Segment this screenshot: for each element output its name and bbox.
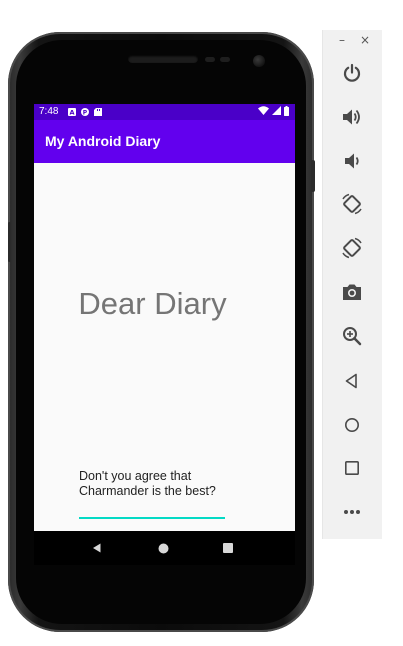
more-icon[interactable] (340, 500, 364, 524)
p-notification-icon: P (81, 108, 89, 116)
app-title: My Android Diary (45, 133, 161, 149)
phone-power-key (8, 222, 11, 262)
status-bar: 7:48 A P (34, 104, 295, 120)
minimize-button[interactable]: – (335, 33, 349, 47)
navigation-bar (34, 531, 295, 565)
emulator-side-panel: – × (322, 30, 382, 539)
svg-text:P: P (83, 109, 88, 116)
rotate-right-icon[interactable] (340, 236, 364, 260)
sd-card-icon (94, 108, 102, 116)
dear-diary-heading: Dear Diary (78, 286, 227, 321)
front-camera (253, 55, 265, 67)
wifi-icon (258, 106, 269, 118)
home-icon[interactable] (154, 539, 172, 557)
emulator-window: 7:48 A P My Android Diary Dear Diary Don… (0, 0, 403, 646)
signal-icon (272, 106, 281, 118)
a-notification-icon: A (68, 108, 76, 117)
volume-up-icon[interactable] (340, 105, 364, 129)
device-screen: 7:48 A P My Android Diary Dear Diary Don… (34, 104, 295, 531)
proximity-sensor (205, 57, 215, 62)
diary-entry-underline (79, 517, 225, 519)
home-icon[interactable] (340, 413, 364, 437)
volume-down-icon[interactable] (340, 149, 364, 173)
main-content: Dear Diary Don't you agree that Charmand… (34, 163, 295, 531)
status-icons (258, 105, 289, 119)
power-icon[interactable] (340, 61, 364, 85)
overview-icon[interactable] (340, 456, 364, 480)
earpiece-speaker (128, 55, 198, 63)
back-icon[interactable] (340, 369, 364, 393)
zoom-icon[interactable] (340, 324, 364, 348)
battery-icon (284, 105, 289, 119)
status-time: 7:48 (39, 106, 59, 117)
light-sensor (220, 57, 230, 62)
rotate-left-icon[interactable] (340, 192, 364, 216)
recents-icon[interactable] (219, 539, 237, 557)
camera-icon[interactable] (340, 280, 364, 304)
close-button[interactable]: × (358, 33, 372, 47)
svg-text:A: A (69, 109, 74, 116)
back-icon[interactable] (88, 539, 106, 557)
diary-entry-input[interactable]: Don't you agree that Charmander is the b… (79, 469, 229, 499)
app-bar: My Android Diary (34, 120, 295, 163)
phone-volume-key (311, 160, 315, 192)
